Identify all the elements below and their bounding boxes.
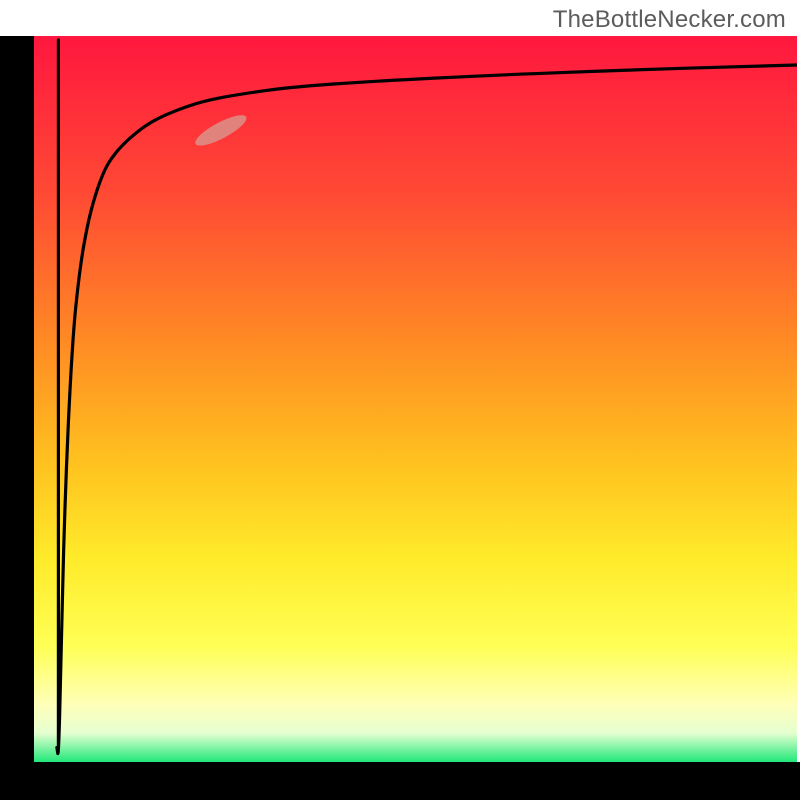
plot-background: [34, 36, 797, 762]
chart-svg: [0, 0, 800, 800]
watermark-text: TheBottleNecker.com: [553, 6, 786, 34]
chart-canvas: TheBottleNecker.com: [0, 0, 800, 800]
y-axis: [0, 36, 34, 800]
x-axis: [0, 762, 800, 800]
